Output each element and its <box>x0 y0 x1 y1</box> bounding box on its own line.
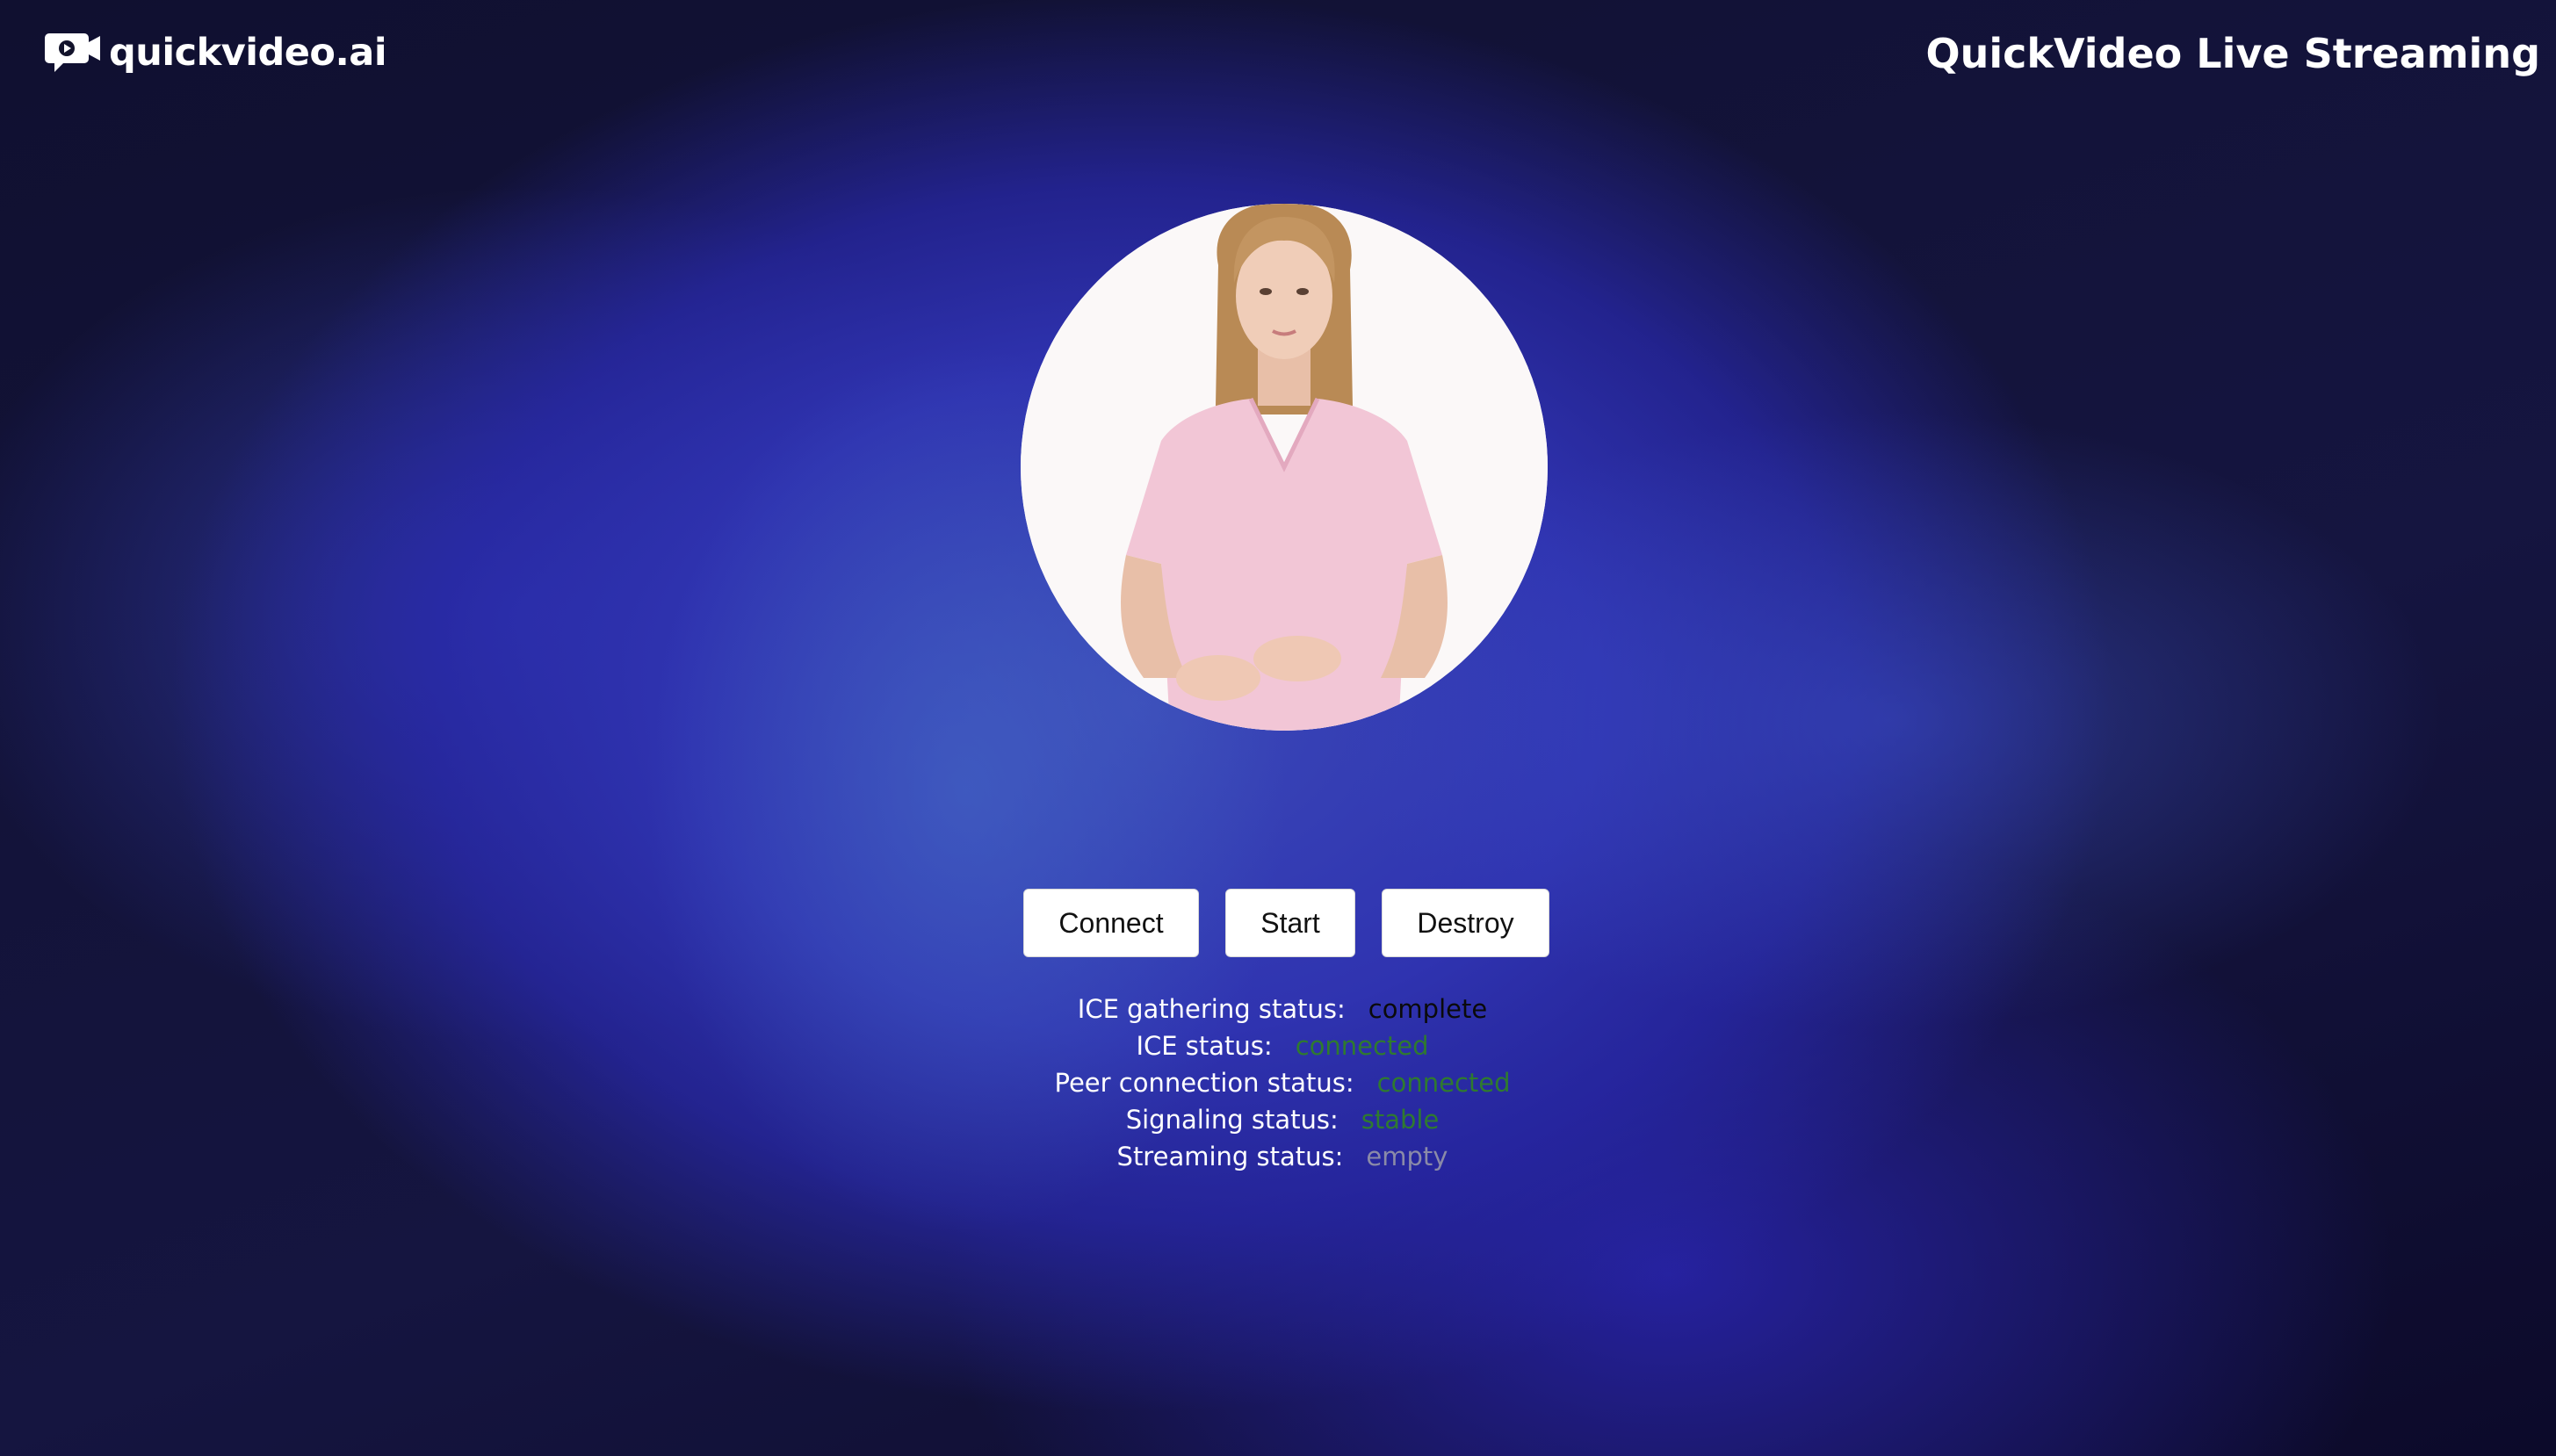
ice-status: ICE status: connected <box>878 1027 1686 1064</box>
brand-logo[interactable]: quickvideo.ai <box>44 30 387 76</box>
ice-status-value: connected <box>1295 1031 1429 1061</box>
brand-name: quickvideo.ai <box>109 30 387 75</box>
signaling-status-label: Signaling status: <box>1125 1105 1339 1135</box>
ice-gathering-status-value: complete <box>1368 994 1488 1024</box>
signaling-status: Signaling status: stable <box>878 1101 1686 1138</box>
avatar-presenter-image <box>1021 204 1548 731</box>
peer-connection-status-label: Peer connection status: <box>1054 1068 1354 1098</box>
page-title: QuickVideo Live Streaming <box>1925 30 2540 77</box>
ice-gathering-status: ICE gathering status: complete <box>878 991 1686 1027</box>
streaming-status: Streaming status: empty <box>878 1138 1686 1175</box>
peer-connection-status-value: connected <box>1376 1068 1511 1098</box>
video-camera-chat-icon <box>45 33 100 72</box>
streaming-status-value: empty <box>1366 1142 1448 1171</box>
ice-status-label: ICE status: <box>1136 1031 1273 1061</box>
connection-status-panel: ICE gathering status: complete ICE statu… <box>878 991 1686 1175</box>
ice-gathering-status-label: ICE gathering status: <box>1077 994 1346 1024</box>
stream-controls: Connect Start Destroy <box>1023 889 1549 957</box>
streaming-status-label: Streaming status: <box>1116 1142 1344 1171</box>
connect-button[interactable]: Connect <box>1023 889 1199 957</box>
peer-connection-status: Peer connection status: connected <box>878 1064 1686 1101</box>
signaling-status-value: stable <box>1361 1105 1440 1135</box>
start-button[interactable]: Start <box>1225 889 1355 957</box>
video-stream <box>1021 204 1548 731</box>
destroy-button[interactable]: Destroy <box>1382 889 1549 957</box>
